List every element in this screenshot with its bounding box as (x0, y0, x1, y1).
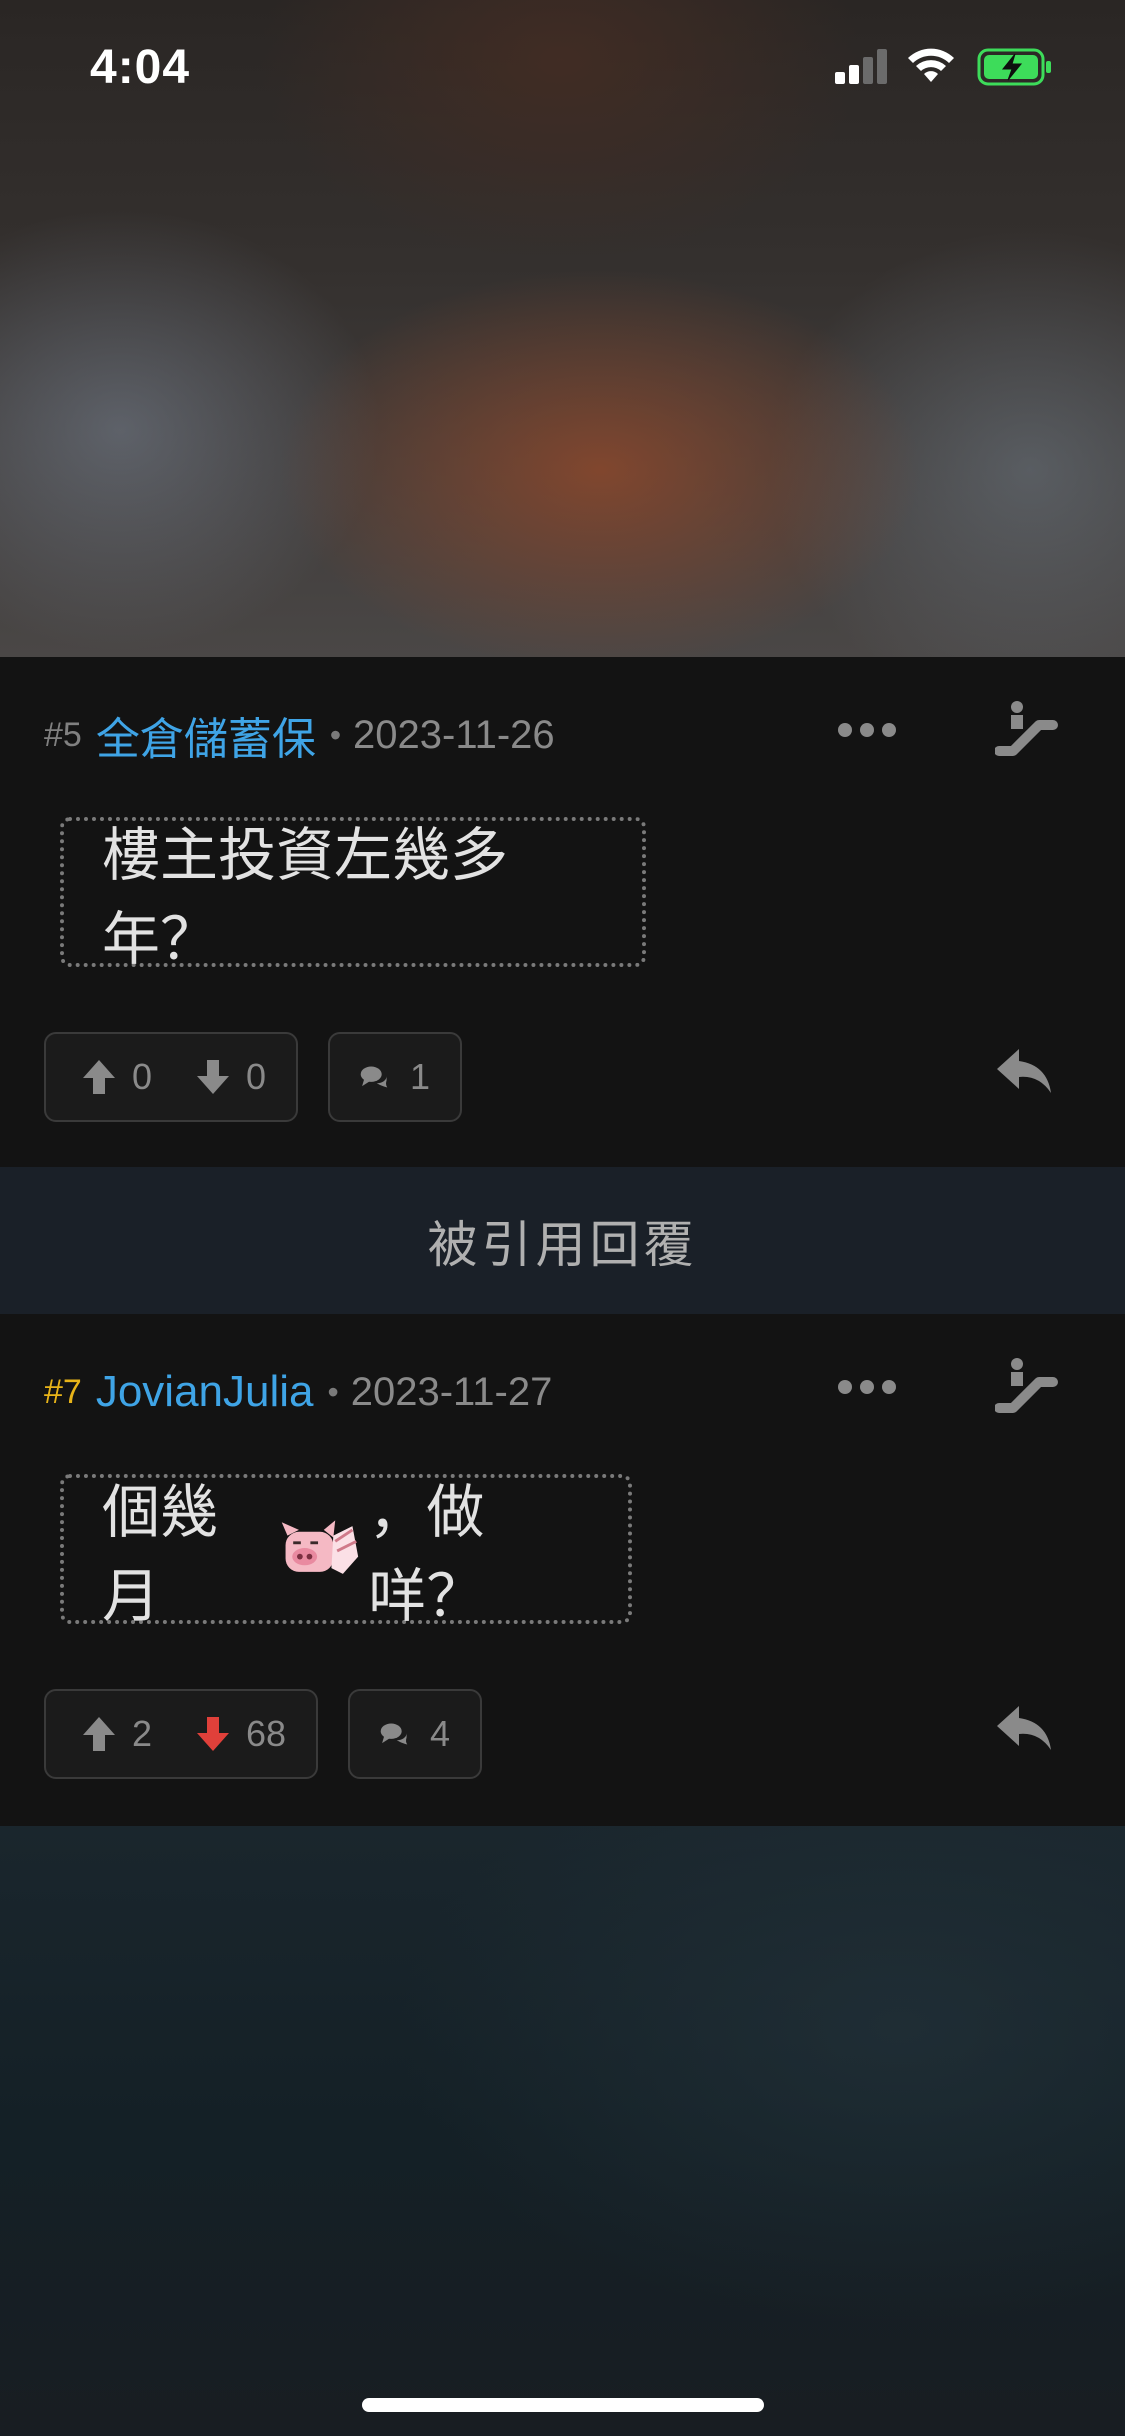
comments-button[interactable]: 4 (348, 1689, 482, 1779)
pig-emoji (281, 1520, 359, 1574)
reply-icon[interactable] (995, 1704, 1055, 1754)
separator-dot: • (327, 1373, 339, 1410)
downvote-icon (197, 1060, 230, 1094)
downvote-button[interactable]: 68 (196, 1713, 286, 1755)
post-card: #7 JovianJulia • 2023-11-27 個幾月 ，做咩？ 2 6… (0, 1314, 1125, 1826)
post-card: #5 全倉儲蓄保 • 2023-11-26 樓主投資左幾多年？ 0 0 1 (0, 657, 1125, 1167)
post-content: 個幾月 ，做咩？ (60, 1474, 632, 1629)
comments-icon (360, 1066, 388, 1088)
comments-count: 4 (429, 1713, 450, 1754)
escalator-icon[interactable] (995, 1356, 1059, 1416)
upvote-button[interactable]: 2 (82, 1713, 152, 1755)
downvote-button[interactable]: 0 (196, 1056, 266, 1098)
vote-bar: 0 0 (44, 1032, 298, 1122)
post-text-end: ，做咩？ (368, 1480, 485, 1629)
upvote-count: 2 (132, 1713, 153, 1754)
post-text-start: 個幾月 (102, 1480, 219, 1629)
escalator-icon[interactable] (995, 699, 1059, 759)
upvote-icon (83, 1060, 115, 1094)
post-date: 2023-11-26 (353, 712, 555, 757)
more-icon[interactable] (838, 1380, 896, 1394)
downvote-count: 68 (246, 1713, 287, 1754)
upvote-icon (83, 1717, 115, 1751)
username-link[interactable]: 全倉儲蓄保 (96, 703, 316, 767)
upvote-button[interactable]: 0 (82, 1056, 152, 1098)
post-number: #5 (44, 715, 82, 754)
downvote-count: 0 (246, 1056, 267, 1097)
background-image-top (0, 0, 1125, 657)
vote-bar: 2 68 (44, 1689, 318, 1779)
wifi-icon (908, 48, 954, 82)
post-text: 樓主投資左幾多年？ (102, 823, 509, 972)
more-icon[interactable] (838, 723, 896, 737)
post-number: #7 (44, 1372, 82, 1411)
quoted-replies-label: 被引用回覆 (427, 1216, 698, 1273)
separator-dot: • (329, 716, 342, 753)
upvote-count: 0 (132, 1056, 153, 1097)
comments-count: 1 (409, 1056, 430, 1097)
background-bottom (0, 1826, 1125, 2436)
home-indicator[interactable] (362, 2398, 764, 2412)
status-time: 4:04 (90, 41, 191, 94)
battery-charging-icon (977, 48, 1051, 86)
post-meta: #7 JovianJulia • 2023-11-27 (44, 1362, 552, 1422)
post-content: 樓主投資左幾多年？ (60, 817, 646, 972)
downvote-icon (197, 1717, 230, 1751)
comments-icon (380, 1723, 408, 1745)
signal-icon (835, 49, 887, 84)
username-link[interactable]: JovianJulia (96, 1367, 314, 1417)
comments-button[interactable]: 1 (328, 1032, 462, 1122)
post-meta: #5 全倉儲蓄保 • 2023-11-26 (44, 705, 555, 765)
quoted-replies-header: 被引用回覆 (0, 1167, 1125, 1314)
reply-icon[interactable] (995, 1047, 1055, 1097)
post-date: 2023-11-27 (350, 1369, 553, 1414)
